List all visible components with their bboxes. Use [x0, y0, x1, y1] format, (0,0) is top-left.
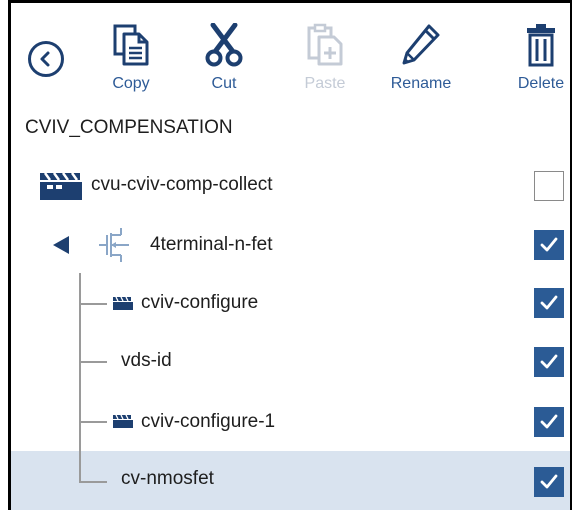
project-tree-panel: Copy Cut Paste Rename Delete CVIV_COMPEN… — [8, 0, 572, 510]
row-checkbox[interactable] — [534, 288, 564, 318]
checkmark-icon — [540, 474, 558, 489]
copy-label: Copy — [112, 75, 150, 92]
section-title: CVIV_COMPENSATION — [25, 117, 233, 138]
row-checkbox[interactable] — [534, 230, 564, 260]
tree-row-label: 4terminal-n-fet — [150, 234, 273, 255]
tree-row-label: vds-id — [121, 350, 172, 371]
clapperboard-icon — [113, 296, 133, 310]
clapperboard-icon — [40, 172, 82, 200]
row-checkbox[interactable] — [534, 171, 564, 201]
trash-icon — [527, 24, 555, 67]
copy-button[interactable]: Copy — [91, 23, 171, 103]
pencil-icon — [402, 24, 440, 65]
rename-label: Rename — [390, 75, 452, 92]
paste-icon — [307, 23, 343, 66]
clapperboard-icon — [113, 414, 133, 428]
toolbar: Copy Cut Paste Rename Delete — [11, 3, 570, 103]
cut-label: Cut — [211, 75, 237, 92]
row-checkbox[interactable] — [534, 407, 564, 437]
tree-row-device[interactable]: 4terminal-n-fet — [11, 217, 570, 273]
collapse-triangle-icon[interactable] — [51, 235, 71, 255]
tree-row-label: cv-nmosfet — [121, 468, 214, 489]
back-button[interactable] — [28, 41, 64, 77]
scissors-icon — [205, 23, 243, 67]
checkmark-icon — [540, 295, 558, 310]
rename-button[interactable]: Rename — [381, 23, 461, 103]
checkmark-icon — [540, 354, 558, 369]
paste-button[interactable]: Paste — [285, 23, 365, 103]
row-checkbox[interactable] — [534, 467, 564, 497]
paste-label: Paste — [304, 75, 346, 92]
tree-row-child[interactable]: cviv-configure — [11, 275, 570, 331]
tree-row-root[interactable]: cvu-cviv-comp-collect — [11, 158, 570, 214]
chevron-left-icon — [40, 51, 50, 67]
delete-button[interactable]: Delete — [501, 23, 570, 103]
checkmark-icon — [540, 237, 558, 252]
tree-row-child[interactable]: cviv-configure-1 — [11, 393, 570, 449]
checkmark-icon — [540, 414, 558, 429]
tree-connector — [79, 451, 81, 482]
transistor-icon — [99, 228, 129, 262]
tree-row-child[interactable]: vds-id — [11, 333, 570, 389]
row-checkbox[interactable] — [534, 347, 564, 377]
copy-icon — [113, 24, 149, 66]
delete-label: Delete — [517, 75, 565, 92]
tree-connector — [79, 481, 107, 483]
cut-button[interactable]: Cut — [184, 23, 264, 103]
tree-row-label: cviv-configure-1 — [141, 411, 276, 432]
tree-row-label: cvu-cviv-comp-collect — [91, 174, 273, 195]
tree-row-label: cviv-configure — [141, 292, 259, 313]
